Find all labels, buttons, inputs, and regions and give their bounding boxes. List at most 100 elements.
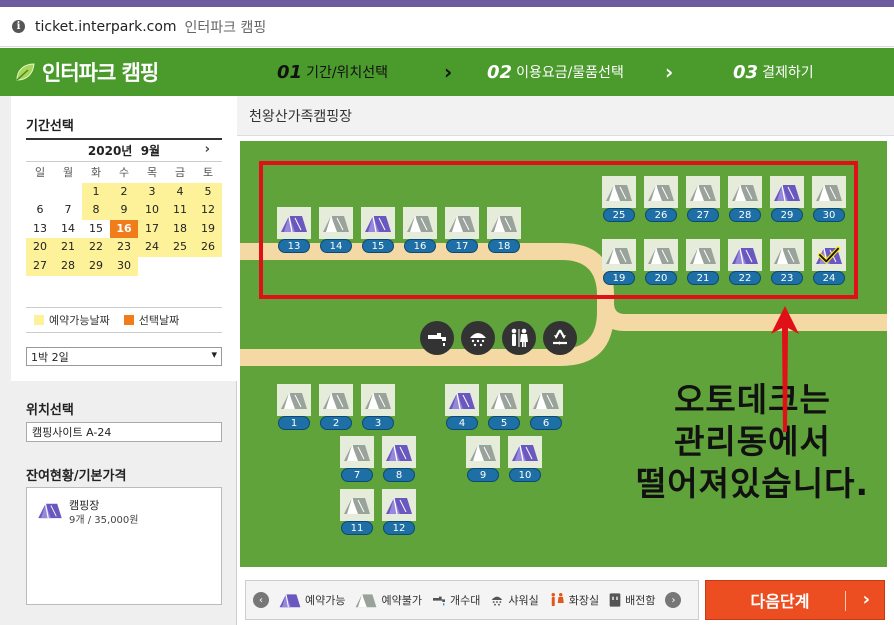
campsite-23[interactable]: 23 — [769, 239, 805, 285]
nights-select[interactable]: 1박 2일 ▾ — [26, 347, 222, 366]
campsite-6[interactable]: 6 — [528, 384, 564, 430]
calendar-day[interactable]: 21 — [54, 238, 82, 257]
calendar-day[interactable]: 10 — [138, 201, 166, 220]
calendar-day[interactable]: 6 — [26, 201, 54, 220]
campsite-7[interactable]: 7 — [339, 436, 375, 482]
tent-available-icon — [279, 594, 301, 608]
calendar-day[interactable]: 4 — [166, 182, 194, 202]
campsite-5[interactable]: 5 — [486, 384, 522, 430]
calendar-day[interactable]: 7 — [54, 201, 82, 220]
calendar-day[interactable]: 2 — [110, 182, 138, 202]
campsite-19[interactable]: 19 — [601, 239, 637, 285]
calendar-day[interactable]: 17 — [138, 219, 166, 239]
tent-unavailable-icon — [487, 384, 521, 416]
chevron-down-icon: ▾ — [211, 348, 217, 361]
calendar-day[interactable]: 8 — [82, 201, 110, 220]
calendar-day[interactable]: 23 — [110, 238, 138, 257]
legend-label: 예약불가 — [381, 594, 422, 607]
campsite-9[interactable]: 9 — [465, 436, 501, 482]
campsite-number: 14 — [320, 239, 352, 253]
chevron-right-icon[interactable]: › — [205, 142, 210, 157]
campsite-11[interactable]: 11 — [339, 489, 375, 535]
chevron-right-icon[interactable]: › — [665, 592, 682, 608]
campsite-number: 17 — [446, 239, 478, 253]
site-header: 인터파크 캠핑 01 기간/위치선택 › 02 이용요금/물품선택 › 03 결… — [0, 48, 894, 96]
calendar-day — [138, 257, 166, 276]
campsite-26[interactable]: 26 — [643, 176, 679, 222]
legend-label: 화장실 — [568, 594, 600, 607]
calendar-day — [194, 257, 222, 276]
campsite-number: 3 — [362, 416, 394, 430]
campsite-8[interactable]: 8 — [381, 436, 417, 482]
calendar-day[interactable]: 15 — [82, 220, 110, 239]
stock-title: 잔여현황/기본가격 — [26, 469, 127, 484]
campsite-24[interactable]: 24 — [811, 239, 847, 285]
calendar-day[interactable]: 19 — [194, 219, 222, 239]
shower-icon — [492, 596, 503, 606]
campsite-30[interactable]: 30 — [811, 176, 847, 222]
calendar-legend: 예약가능날짜 선택날짜 — [26, 307, 222, 333]
calendar-day[interactable]: 5 — [194, 182, 222, 202]
calendar-day[interactable]: 16 — [110, 219, 138, 239]
chevron-left-icon[interactable]: ‹ — [253, 592, 269, 608]
restroom-icon — [551, 593, 564, 606]
calendar-day[interactable]: 28 — [54, 256, 82, 276]
campsite-21[interactable]: 21 — [685, 239, 721, 285]
logo-text: 인터파크 캠핑 — [42, 61, 159, 85]
next-step-button[interactable]: 다음단계 › — [705, 580, 885, 620]
calendar-day[interactable]: 18 — [166, 219, 194, 239]
tent-available-icon — [770, 176, 804, 208]
campsite-16[interactable]: 16 — [402, 207, 438, 253]
calendar-day[interactable]: 25 — [166, 238, 194, 257]
tent-available-icon — [38, 503, 62, 519]
campsite-20[interactable]: 20 — [643, 239, 679, 285]
tent-available-icon — [361, 207, 395, 239]
calendar-dow: 수 — [118, 166, 130, 179]
tent-unavailable-icon — [728, 176, 762, 208]
calendar-day[interactable]: 1 — [82, 182, 110, 202]
calendar-day[interactable]: 24 — [138, 238, 166, 257]
campsite-17[interactable]: 17 — [444, 207, 480, 253]
campsite-29[interactable]: 29 — [769, 176, 805, 222]
calendar-day[interactable]: 9 — [110, 201, 138, 220]
calendar-day[interactable]: 12 — [194, 201, 222, 220]
campsite-18[interactable]: 18 — [486, 207, 522, 253]
campsite-1[interactable]: 1 — [276, 384, 312, 430]
calendar-dow: 화 — [90, 166, 102, 179]
faucet-icon — [432, 596, 445, 606]
address-bar[interactable]: i ticket.interpark.com 인터파크 캠핑 — [0, 7, 894, 47]
calendar-day[interactable]: 30 — [110, 256, 138, 276]
campsite-28[interactable]: 28 — [727, 176, 763, 222]
campsite-number: 23 — [771, 271, 803, 285]
campsite-4[interactable]: 4 — [444, 384, 480, 430]
calendar-day[interactable]: 11 — [166, 201, 194, 220]
calendar-day[interactable]: 14 — [54, 220, 82, 239]
campsite-27[interactable]: 27 — [685, 176, 721, 222]
calendar-day[interactable]: 29 — [82, 256, 110, 276]
calendar-day[interactable]: 20 — [26, 238, 54, 257]
campsite-14[interactable]: 14 — [318, 207, 354, 253]
campsite-12[interactable]: 12 — [381, 489, 417, 535]
campsite-number: 20 — [645, 271, 677, 285]
calendar-day[interactable]: 26 — [194, 238, 222, 257]
calendar-day[interactable]: 3 — [138, 182, 166, 202]
campsite-2[interactable]: 2 — [318, 384, 354, 430]
site-field[interactable]: 캠핑사이트 A-24 — [26, 422, 222, 442]
campsite-15[interactable]: 15 — [360, 207, 396, 253]
calendar-day[interactable]: 22 — [82, 238, 110, 257]
info-icon[interactable]: i — [12, 20, 25, 33]
campsite-10[interactable]: 10 — [507, 436, 543, 482]
calendar-header: 2020년 9월 › — [26, 138, 222, 162]
legend-faucet: 개수대 — [431, 592, 480, 608]
campsite-13[interactable]: 13 — [276, 207, 312, 253]
site-value: 캠핑사이트 A-24 — [32, 426, 112, 439]
logo[interactable]: 인터파크 캠핑 — [14, 57, 274, 87]
step-1-label: 기간/위치선택 — [306, 65, 389, 81]
campsite-3[interactable]: 3 — [360, 384, 396, 430]
campsite-number: 16 — [404, 239, 436, 253]
campsite-25[interactable]: 25 — [601, 176, 637, 222]
calendar-day[interactable]: 13 — [26, 220, 54, 239]
campsite-number: 25 — [603, 208, 635, 222]
calendar-day[interactable]: 27 — [26, 256, 54, 276]
campsite-22[interactable]: 22 — [727, 239, 763, 285]
